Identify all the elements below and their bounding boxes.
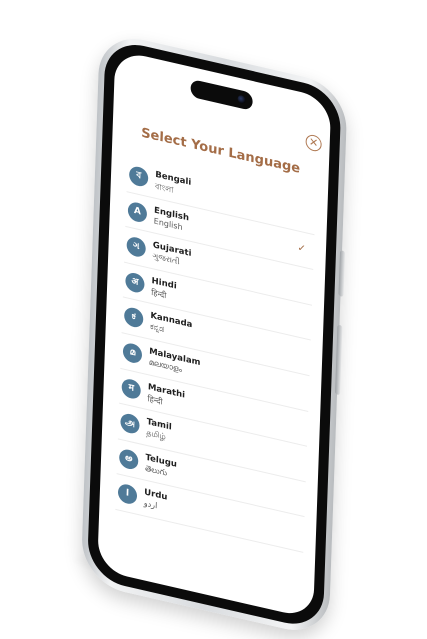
gujarati-letter-icon: ગ (126, 235, 147, 259)
phone-bezel: ✕ Select Your Language ব Bengali বাংলা A Eng… (86, 37, 342, 632)
language-native-name: हिन्दी (147, 393, 163, 407)
tamil-letter-icon: அ (120, 412, 140, 436)
checkmark-icon: ✓ (297, 242, 307, 255)
kannada-letter-icon: ಕ (123, 306, 144, 330)
side-button-upper (338, 250, 346, 297)
stage: ✕ Select Your Language ব Bengali বাংলা A Eng… (0, 0, 427, 639)
side-button-lower (335, 324, 343, 396)
urdu-letter-icon: ا (117, 482, 138, 507)
bengali-letter-icon: ব (128, 164, 149, 189)
language-list: ব Bengali বাংলা A English English ✓ ગ Gujarati ગુ… (115, 156, 316, 553)
language-native-name: اردو (143, 498, 158, 511)
phone-screen: ✕ Select Your Language ব Bengali বাংলা A Eng… (97, 49, 332, 620)
telugu-letter-icon: అ (118, 447, 139, 471)
phone-frame: ✕ Select Your Language ব Bengali বাংলা A Eng… (80, 30, 348, 639)
marathi-letter-icon: म (121, 376, 142, 401)
hindi-letter-icon: अ (125, 270, 145, 295)
language-native-name: हिन्दी (151, 287, 167, 301)
camera-icon (237, 94, 246, 105)
close-circle-icon[interactable]: ✕ (305, 133, 322, 153)
english-letter-icon: A (127, 200, 148, 224)
malayalam-letter-icon: മ (122, 341, 143, 365)
language-native-name: ಕನ್ನಡ (149, 322, 165, 335)
dynamic-island (190, 78, 253, 111)
